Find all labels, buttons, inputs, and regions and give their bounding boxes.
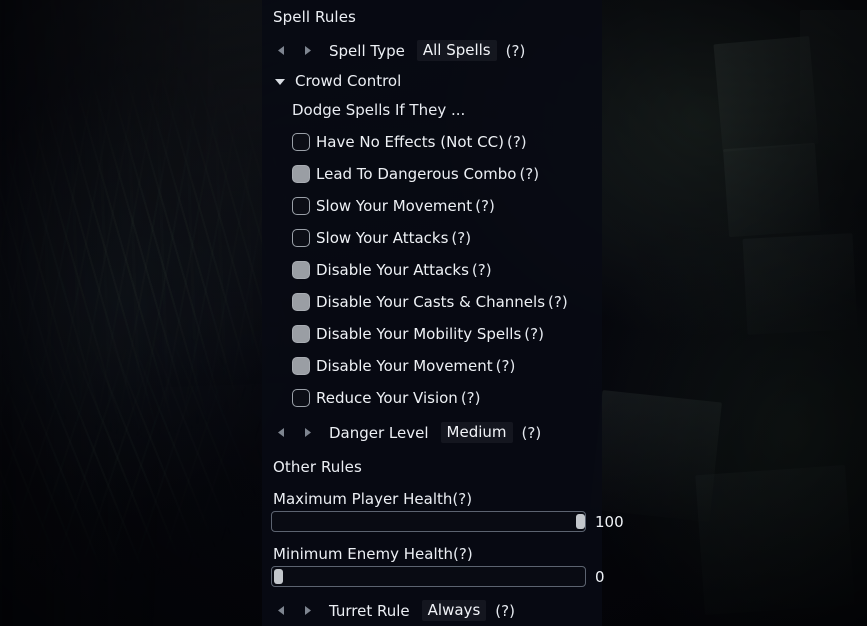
- checkbox-label: Have No Effects (Not CC): [316, 133, 504, 151]
- spell-rules-heading: Spell Rules: [273, 8, 356, 26]
- background-foliage: [592, 150, 702, 350]
- maximum-player-health-value: 100: [595, 512, 624, 531]
- spell-type-help-icon[interactable]: (?): [506, 42, 526, 60]
- checkbox-icon[interactable]: [292, 197, 310, 215]
- minimum-enemy-health-help-icon[interactable]: (?): [453, 545, 473, 563]
- turret-rule-row[interactable]: Turret Rule Always (?): [273, 600, 515, 621]
- turret-rule-help-icon[interactable]: (?): [495, 602, 515, 620]
- checkbox-label: Slow Your Attacks: [316, 229, 449, 247]
- checkbox-row-disable-your-mobility-spells[interactable]: Disable Your Mobility Spells (?): [292, 325, 544, 343]
- checkbox-icon[interactable]: [292, 293, 310, 311]
- checkbox-help-icon[interactable]: (?): [472, 261, 492, 279]
- checkbox-icon[interactable]: [292, 261, 310, 279]
- checkbox-label: Disable Your Movement: [316, 357, 493, 375]
- triangle-down-icon: [273, 78, 287, 85]
- maximum-player-health-slider-row[interactable]: 100: [271, 511, 624, 532]
- triangle-left-icon[interactable]: [273, 42, 289, 60]
- minimum-enemy-health-slider-track[interactable]: [271, 566, 586, 587]
- turret-rule-label: Turret Rule: [329, 601, 410, 620]
- danger-level-help-icon[interactable]: (?): [522, 424, 542, 442]
- maximum-player-health-slider-handle[interactable]: [576, 514, 585, 529]
- checkbox-label: Disable Your Casts & Channels: [316, 293, 546, 311]
- checkbox-row-disable-your-movement[interactable]: Disable Your Movement (?): [292, 357, 515, 375]
- maximum-player-health-label-text: Maximum Player Health: [273, 490, 453, 508]
- checkbox-help-icon[interactable]: (?): [507, 133, 527, 151]
- checkbox-label: Lead To Dangerous Combo: [316, 165, 517, 183]
- checkbox-row-slow-your-attacks[interactable]: Slow Your Attacks (?): [292, 229, 471, 247]
- triangle-left-icon[interactable]: [273, 424, 289, 442]
- maximum-player-health-help-icon[interactable]: (?): [452, 490, 472, 508]
- checkbox-label: Disable Your Mobility Spells: [316, 325, 522, 343]
- minimum-enemy-health-slider-row[interactable]: 0: [271, 566, 605, 587]
- settings-panel: Spell Rules Spell Type All Spells (?) Cr…: [262, 0, 624, 626]
- triangle-right-icon[interactable]: [299, 424, 315, 442]
- triangle-right-icon[interactable]: [299, 602, 315, 620]
- checkbox-row-reduce-your-vision[interactable]: Reduce Your Vision (?): [292, 389, 480, 407]
- background-stone-right: [0, 0, 867, 626]
- checkbox-help-icon[interactable]: (?): [519, 165, 539, 183]
- maximum-player-health-label: Maximum Player Health(?): [273, 490, 472, 508]
- triangle-left-icon[interactable]: [273, 602, 289, 620]
- background-grass-lower-left: [0, 330, 270, 626]
- danger-level-row[interactable]: Danger Level Medium (?): [273, 422, 541, 443]
- spell-type-label: Spell Type: [329, 41, 405, 60]
- checkbox-label: Reduce Your Vision: [316, 389, 458, 407]
- crowd-control-group-toggle[interactable]: Crowd Control: [273, 72, 401, 90]
- minimum-enemy-health-slider-handle[interactable]: [274, 569, 283, 584]
- checkbox-icon[interactable]: [292, 133, 310, 151]
- checkbox-help-icon[interactable]: (?): [451, 229, 471, 247]
- checkbox-label: Slow Your Movement: [316, 197, 473, 215]
- minimum-enemy-health-value: 0: [595, 567, 605, 586]
- triangle-right-icon[interactable]: [299, 42, 315, 60]
- minimum-enemy-health-label: Minimum Enemy Health(?): [273, 545, 473, 563]
- checkbox-row-disable-your-casts-and-channels[interactable]: Disable Your Casts & Channels (?): [292, 293, 568, 311]
- checkbox-row-disable-your-attacks[interactable]: Disable Your Attacks (?): [292, 261, 492, 279]
- minimum-enemy-health-label-text: Minimum Enemy Health: [273, 545, 454, 563]
- dodge-spells-sub-label: Dodge Spells If They ...: [292, 101, 466, 119]
- spell-type-value[interactable]: All Spells: [416, 40, 497, 61]
- checkbox-help-icon[interactable]: (?): [461, 389, 481, 407]
- checkbox-help-icon[interactable]: (?): [496, 357, 516, 375]
- checkbox-help-icon[interactable]: (?): [475, 197, 495, 215]
- spell-type-row[interactable]: Spell Type All Spells (?): [273, 40, 525, 61]
- checkbox-row-lead-to-dangerous-combo[interactable]: Lead To Dangerous Combo (?): [292, 165, 539, 183]
- checkbox-row-slow-your-movement[interactable]: Slow Your Movement (?): [292, 197, 495, 215]
- background-foliage: [600, 30, 750, 220]
- checkbox-help-icon[interactable]: (?): [548, 293, 568, 311]
- game-settings-screen: Spell Rules Spell Type All Spells (?) Cr…: [0, 0, 867, 626]
- background-foliage: [628, 420, 798, 620]
- checkbox-icon[interactable]: [292, 389, 310, 407]
- turret-rule-value[interactable]: Always: [421, 600, 487, 621]
- danger-level-value[interactable]: Medium: [440, 422, 513, 443]
- background-grass-left: [0, 0, 300, 626]
- danger-level-label: Danger Level: [329, 423, 429, 442]
- checkbox-label: Disable Your Attacks: [316, 261, 469, 279]
- checkbox-icon[interactable]: [292, 165, 310, 183]
- background-foliage: [820, 330, 867, 530]
- other-rules-heading: Other Rules: [273, 458, 362, 476]
- crowd-control-label: Crowd Control: [295, 72, 402, 90]
- checkbox-icon[interactable]: [292, 229, 310, 247]
- checkbox-icon[interactable]: [292, 357, 310, 375]
- checkbox-icon[interactable]: [292, 325, 310, 343]
- maximum-player-health-slider-track[interactable]: [271, 511, 586, 532]
- checkbox-help-icon[interactable]: (?): [524, 325, 544, 343]
- checkbox-row-have-no-effects[interactable]: Have No Effects (Not CC) (?): [292, 133, 527, 151]
